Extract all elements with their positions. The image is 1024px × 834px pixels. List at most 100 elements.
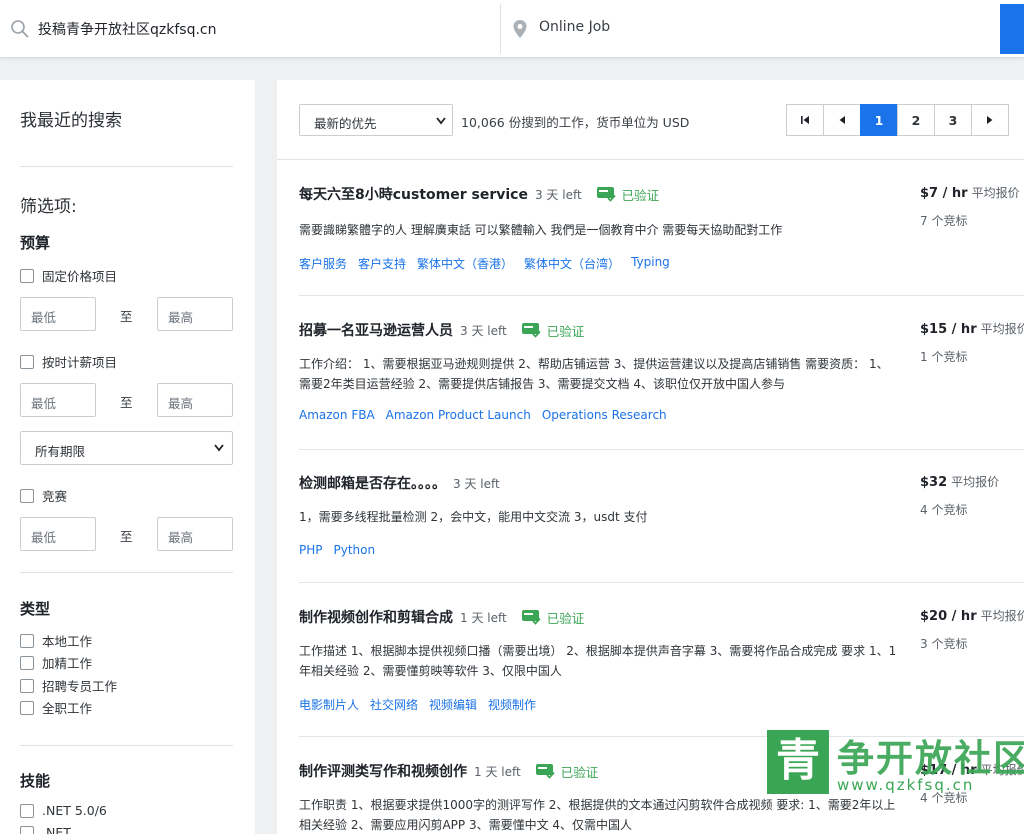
contest-max-input[interactable]: 最高 <box>157 517 233 551</box>
skill-tag[interactable]: 社交网络 <box>370 696 418 713</box>
skill-tag[interactable]: 电影制片人 <box>299 696 359 713</box>
checkbox[interactable] <box>20 678 34 693</box>
job-skill-tags: 客户服务 客户支持 繁体中文（香港） 繁体中文（台湾） Typing <box>299 255 681 272</box>
hourly-checkbox[interactable]: 按时计薪项目 <box>20 352 117 371</box>
job-title-link[interactable]: 检测邮箱是否存在。。。。 <box>299 473 446 493</box>
hourly-label: 按时计薪项目 <box>42 355 118 370</box>
skill-tag[interactable]: Amazon Product Launch <box>386 408 531 422</box>
job-title-row: 招募一名亚马逊运营人员 3 天 left 已验证 <box>299 320 584 340</box>
type-option[interactable]: 全职工作 <box>20 698 92 717</box>
checkbox[interactable] <box>20 268 34 283</box>
job-description: 工作介绍： 1、需要根据亚马逊规则提供 2、帮助店铺运营 3、提供运营建议以及提… <box>299 357 889 391</box>
prev-page-button[interactable] <box>823 104 861 136</box>
job-title-link[interactable]: 制作视频创作和剪辑合成 <box>299 607 453 627</box>
job-results-panel: 最新的优先 10,066 份搜到的工作，货币单位为 USD 1 2 3 每天六至… <box>277 80 1024 834</box>
job-card[interactable]: 每天六至8小時customer service 3 天 left 已验证 需要識… <box>299 184 1024 296</box>
page-button-1[interactable]: 1 <box>860 104 898 136</box>
type-option-label: 加精工作 <box>42 656 93 671</box>
checkbox[interactable] <box>20 655 34 670</box>
job-card[interactable]: 招募一名亚马逊运营人员 3 天 left 已验证 工作介绍： 1、需要根据亚马逊… <box>299 320 1024 450</box>
checkbox[interactable] <box>20 825 34 834</box>
first-page-icon <box>801 116 809 124</box>
job-description: 1，需要多线程批量检测 2，会中文，能用中文交流 3，usdt 支付 <box>299 510 648 524</box>
sidebar-divider <box>20 572 233 573</box>
type-option[interactable]: 本地工作 <box>20 631 92 650</box>
skill-tag[interactable]: Python <box>334 543 376 557</box>
job-card[interactable]: 检测邮箱是否存在。。。。 3 天 left 1，需要多线程批量检测 2，会中文，… <box>299 473 1024 583</box>
search-icon <box>11 20 29 38</box>
job-card[interactable]: 制作视频创作和剪辑合成 1 天 left 已验证 工作描述 1、根据脚本提供视频… <box>299 607 1024 737</box>
sort-value: 最新的优先 <box>314 116 377 131</box>
keyword-search <box>0 0 500 58</box>
verified-label: 已验证 <box>546 323 585 339</box>
fixed-price-checkbox[interactable]: 固定价格项目 <box>20 266 117 285</box>
verified-badge: 已验证 <box>521 608 584 627</box>
skill-tag[interactable]: 客户支持 <box>358 255 406 272</box>
skill-tag[interactable]: Typing <box>631 255 670 272</box>
job-price: $7 / hr 平均报价 <box>920 184 1020 201</box>
next-page-button[interactable] <box>971 104 1009 136</box>
hourly-max-input[interactable]: 最高 <box>157 383 233 417</box>
price-value: $15 / hr <box>920 322 977 337</box>
results-toolbar: 最新的优先 10,066 份搜到的工作，货币单位为 USD 1 2 3 <box>277 80 1024 160</box>
skill-tag[interactable]: 繁体中文（台湾） <box>524 255 620 272</box>
skill-option[interactable]: .NET 5.0/6 <box>20 803 107 818</box>
type-option[interactable]: 加精工作 <box>20 653 92 672</box>
price-label: 平均报价 <box>980 609 1024 623</box>
contest-min-input[interactable]: 最低 <box>20 517 96 551</box>
job-title-link[interactable]: 制作评测类写作和视频创作 <box>299 761 467 781</box>
duration-select[interactable]: 所有期限 <box>20 431 233 465</box>
job-price: $32 平均报价 <box>920 473 999 490</box>
skill-tag[interactable]: Amazon FBA <box>299 408 375 422</box>
verified-payment-icon <box>535 764 555 779</box>
search-submit-button[interactable] <box>1000 4 1024 54</box>
checkbox[interactable] <box>20 488 34 503</box>
fixed-min-input[interactable]: 最低 <box>20 297 96 331</box>
skill-tag[interactable]: 繁体中文（香港） <box>417 255 513 272</box>
watermark-text: 争开放社区 <box>837 737 1024 780</box>
skill-tag[interactable]: 客户服务 <box>299 255 347 272</box>
fixed-max-input[interactable]: 最高 <box>157 297 233 331</box>
page-button-3[interactable]: 3 <box>934 104 972 136</box>
skill-option[interactable]: .NET <box>20 825 71 834</box>
contest-checkbox[interactable]: 竞赛 <box>20 486 67 505</box>
skills-heading: 技能 <box>20 772 51 790</box>
budget-heading: 预算 <box>20 234 51 252</box>
sidebar-divider <box>20 745 233 746</box>
skill-tag[interactable]: 视频编辑 <box>429 696 477 713</box>
hourly-min-input[interactable]: 最低 <box>20 383 96 417</box>
job-title-link[interactable]: 每天六至8小時customer service <box>299 184 528 204</box>
skill-tag[interactable]: 视频制作 <box>488 696 536 713</box>
verified-label: 已验证 <box>560 764 599 780</box>
first-page-button[interactable] <box>786 104 824 136</box>
checkbox[interactable] <box>20 354 34 369</box>
price-value: $20 / hr <box>920 609 977 624</box>
page-button-2[interactable]: 2 <box>897 104 935 136</box>
skill-tag[interactable]: Operations Research <box>542 408 667 422</box>
price-value: $32 <box>920 475 948 490</box>
bid-count: 7 个竞标 <box>920 214 968 228</box>
sort-select[interactable]: 最新的优先 <box>299 104 453 136</box>
job-time-left: 3 天 left <box>534 187 582 202</box>
hourly-range: 最低 至 最高 <box>20 383 233 417</box>
job-title-link[interactable]: 招募一名亚马逊运营人员 <box>299 320 453 340</box>
contest-label: 竞赛 <box>42 489 68 504</box>
location-search[interactable]: Online Job <box>501 0 999 58</box>
search-input[interactable] <box>38 14 488 44</box>
price-label: 平均报价 <box>980 322 1024 336</box>
checkbox[interactable] <box>20 803 34 818</box>
verified-badge: 已验证 <box>521 321 585 340</box>
type-option-label: 全职工作 <box>42 701 93 716</box>
checkbox[interactable] <box>20 700 34 715</box>
job-description: 工作描述 1、根据脚本提供视频口播（需要出境） 2、根据脚本提供声音字幕 3、需… <box>299 644 897 678</box>
job-description: 需要識睇繁體字的人 理解廣東話 可以繁體輸入 我們是一個教育中介 需要每天協助配… <box>299 223 783 237</box>
location-pin-icon <box>513 20 527 38</box>
checkbox[interactable] <box>20 633 34 648</box>
type-option-label: 招聘专员工作 <box>42 679 118 694</box>
type-option[interactable]: 招聘专员工作 <box>20 676 117 695</box>
fixed-price-range: 最低 至 最高 <box>20 297 233 331</box>
skill-tag[interactable]: PHP <box>299 543 323 557</box>
type-heading: 类型 <box>20 600 51 618</box>
watermark-logo: 青 <box>767 730 829 794</box>
top-search-bar: Online Job <box>0 0 1024 58</box>
